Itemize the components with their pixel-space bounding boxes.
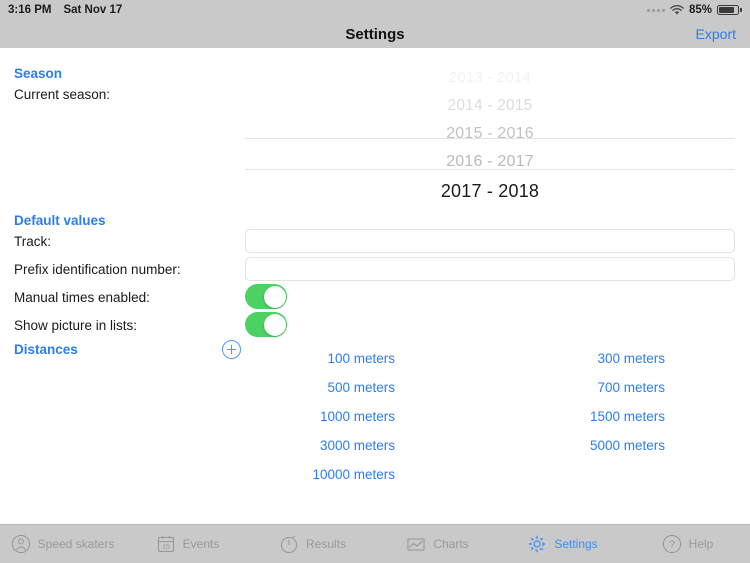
track-input[interactable] xyxy=(245,229,735,253)
status-bar-right: 85% xyxy=(646,4,742,16)
picker-selection-line-bottom xyxy=(245,169,735,170)
tab-label: Speed skaters xyxy=(37,537,115,551)
tab-speed-skaters[interactable]: Speed skaters xyxy=(0,525,125,563)
gear-icon xyxy=(527,534,547,554)
person-circle-icon xyxy=(11,534,31,554)
battery-percent: 85% xyxy=(688,4,712,16)
status-time: 3:16 PM xyxy=(8,4,52,16)
distance-item[interactable]: 300 meters xyxy=(520,344,665,373)
distances-left-column: 100 meters 500 meters 1000 meters 3000 m… xyxy=(250,344,395,489)
section-header-season: Season xyxy=(14,66,63,81)
tab-label: Settings xyxy=(554,537,598,551)
track-label: Track: xyxy=(14,234,51,249)
distance-item[interactable]: 100 meters xyxy=(250,344,395,373)
tab-settings[interactable]: Settings xyxy=(500,525,625,563)
manual-times-enabled-label: Manual times enabled: xyxy=(14,290,150,305)
content-area: Season Current season: 2013 - 2014 2014 … xyxy=(0,48,750,524)
export-button[interactable]: Export xyxy=(696,26,736,42)
tab-label: Events xyxy=(182,537,220,551)
tab-help[interactable]: ? Help xyxy=(625,525,750,563)
signal-dots-icon xyxy=(646,8,665,12)
current-season-label: Current season: xyxy=(14,87,111,102)
distance-item[interactable]: 1500 meters xyxy=(520,402,665,431)
manual-times-enabled-toggle[interactable] xyxy=(245,284,287,309)
svg-text:15: 15 xyxy=(162,544,170,551)
distance-item[interactable]: 3000 meters xyxy=(250,431,395,460)
picker-option[interactable]: 2014 - 2015 xyxy=(245,92,735,120)
stopwatch-icon xyxy=(279,534,299,554)
tab-bar: Speed skaters 15 Events Results Charts S… xyxy=(0,524,750,563)
status-bar: 3:16 PM Sat Nov 17 85% xyxy=(0,0,750,20)
picker-option-selected[interactable]: 2017 - 2018 xyxy=(245,176,735,204)
distance-item[interactable]: 1000 meters xyxy=(250,402,395,431)
distances-right-column: 300 meters 700 meters 1500 meters 5000 m… xyxy=(520,344,665,460)
settings-screen: 3:16 PM Sat Nov 17 85% Settings Export S… xyxy=(0,0,750,563)
distance-item[interactable]: 5000 meters xyxy=(520,431,665,460)
picker-selection-line-top xyxy=(245,138,735,139)
status-date: Sat Nov 17 xyxy=(63,4,123,16)
prefix-identification-number-input[interactable] xyxy=(245,257,735,281)
distance-item[interactable]: 700 meters xyxy=(520,373,665,402)
tab-label: Help xyxy=(688,537,714,551)
prefix-identification-number-label: Prefix identification number: xyxy=(14,262,181,277)
section-header-default-values: Default values xyxy=(14,213,106,228)
tab-charts[interactable]: Charts xyxy=(375,525,500,563)
tab-label: Results xyxy=(305,537,346,551)
question-circle-icon: ? xyxy=(662,534,682,554)
picker-option[interactable]: 2016 - 2017 xyxy=(245,148,735,176)
season-picker[interactable]: 2013 - 2014 2014 - 2015 2015 - 2016 2016… xyxy=(245,64,735,204)
section-header-distances: Distances xyxy=(14,342,78,357)
show-picture-in-lists-label: Show picture in lists: xyxy=(14,318,138,333)
picker-option[interactable]: 2015 - 2016 xyxy=(245,120,735,148)
show-picture-in-lists-toggle[interactable] xyxy=(245,312,287,337)
picker-option[interactable]: 2013 - 2014 xyxy=(245,64,735,92)
wifi-icon xyxy=(670,4,684,16)
chart-icon xyxy=(406,534,426,554)
toggle-knob xyxy=(263,285,286,308)
page-title: Settings xyxy=(345,25,405,43)
tab-label: Charts xyxy=(433,537,469,551)
navigation-bar: Settings Export xyxy=(0,20,750,48)
distance-item[interactable]: 10000 meters xyxy=(250,460,395,489)
battery-icon xyxy=(717,5,742,15)
tab-events[interactable]: 15 Events xyxy=(125,525,250,563)
plus-circle-icon[interactable] xyxy=(222,340,241,359)
svg-text:?: ? xyxy=(669,539,675,551)
distance-item[interactable]: 500 meters xyxy=(250,373,395,402)
toggle-knob xyxy=(263,313,286,336)
tab-results[interactable]: Results xyxy=(250,525,375,563)
status-bar-left: 3:16 PM Sat Nov 17 xyxy=(8,4,122,16)
calendar-icon: 15 xyxy=(156,534,176,554)
